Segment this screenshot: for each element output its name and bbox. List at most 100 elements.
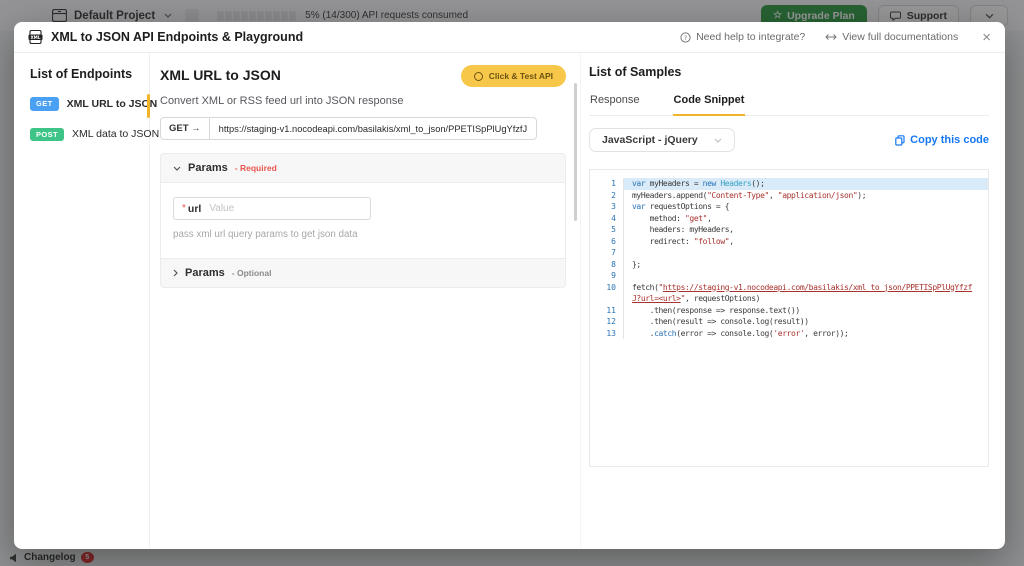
double-arrow-icon bbox=[825, 34, 837, 40]
playground-panel: XML URL to JSON Click & Test API Convert… bbox=[150, 53, 580, 548]
line-number: 9 bbox=[590, 270, 624, 282]
params-optional-toggle[interactable]: Params - Optional bbox=[161, 258, 565, 287]
svg-text:?: ? bbox=[684, 33, 687, 41]
modal-body: List of Endpoints GET XML URL to JSON POST… bbox=[14, 53, 1005, 548]
samples-panel: List of Samples Response Code Snippet Jav… bbox=[580, 53, 1005, 548]
endpoint-label: XML URL to JSON bbox=[66, 97, 158, 110]
code-line: 12 .then(result => console.log(result)) bbox=[590, 316, 988, 328]
method-badge: POST bbox=[30, 127, 65, 141]
svg-text:XML: XML bbox=[30, 35, 40, 40]
help-link-label: Need help to integrate? bbox=[696, 31, 806, 43]
copy-code-button[interactable]: Copy this code bbox=[895, 134, 989, 146]
modal-title: XML to JSON API Endpoints & Playground bbox=[51, 30, 304, 44]
code-text: myHeaders.append("Content-Type", "applic… bbox=[632, 190, 867, 200]
endpoints-sidebar: List of Endpoints GET XML URL to JSON POST… bbox=[14, 53, 159, 548]
line-number: 2 bbox=[590, 189, 624, 201]
screen: Default Project 5% (14/300) API requests… bbox=[0, 0, 1024, 566]
endpoint-description: Convert XML or RSS feed url into JSON re… bbox=[160, 95, 404, 107]
samples-heading: List of Samples bbox=[589, 65, 682, 79]
endpoint-url-bar[interactable]: GET → https://staging-v1.nocodeapi.com/b… bbox=[160, 117, 538, 140]
code-line: 8}; bbox=[590, 258, 988, 270]
tab-response[interactable]: Response bbox=[589, 92, 641, 115]
param-helper-text: pass xml url query params to get json da… bbox=[173, 229, 358, 240]
params-required-badge: - Required bbox=[234, 163, 277, 173]
params-required-body: * url pass xml url query params to get j… bbox=[161, 182, 565, 258]
code-text: fetch("https://staging-v1.nocodeapi.com/… bbox=[632, 282, 973, 304]
code-line: 3 var requestOptions = { bbox=[590, 201, 988, 213]
line-number: 10 bbox=[590, 281, 624, 305]
code-snippet[interactable]: 1 var myHeaders = new Headers(); 2 myHeader… bbox=[589, 169, 989, 467]
tab-code-snippet[interactable]: Code Snippet bbox=[672, 92, 746, 116]
code-line: 7 bbox=[590, 247, 988, 259]
code-text: }; bbox=[632, 259, 641, 269]
line-number: 3 bbox=[590, 201, 624, 213]
language-select[interactable]: JavaScript - jQuery bbox=[589, 128, 735, 152]
line-number: 8 bbox=[590, 258, 624, 270]
code-text: headers: myHeaders, bbox=[632, 225, 734, 234]
code-line: 11 .then(response => response.text()) bbox=[590, 304, 988, 316]
code-text: redirect: "follow", bbox=[632, 236, 734, 246]
line-number: 5 bbox=[590, 224, 624, 236]
code-line: 1 var myHeaders = new Headers(); bbox=[590, 178, 988, 190]
help-circle-icon: ? bbox=[680, 31, 691, 43]
line-number: 11 bbox=[590, 304, 624, 316]
power-icon bbox=[473, 71, 483, 81]
code-text: method: "get", bbox=[632, 213, 712, 223]
modal-header: XML XML to JSON API Endpoints & Playgrou… bbox=[14, 22, 1005, 53]
modal-header-links: ? Need help to integrate? View full docu… bbox=[680, 30, 991, 45]
test-api-button[interactable]: Click & Test API bbox=[460, 65, 566, 87]
endpoint-item-xml-url-to-json[interactable]: GET XML URL to JSON bbox=[30, 94, 157, 118]
param-name-label: url bbox=[187, 202, 202, 215]
code-line: 2 myHeaders.append("Content-Type", "appli… bbox=[590, 189, 988, 201]
chevron-down-icon bbox=[714, 138, 722, 143]
url-param-input[interactable] bbox=[207, 202, 370, 215]
url-param-field[interactable]: * url bbox=[173, 197, 371, 220]
endpoint-label: XML data to JSON bbox=[72, 128, 160, 141]
copy-code-label: Copy this code bbox=[910, 134, 989, 146]
endpoint-title: XML URL to JSON bbox=[160, 67, 281, 83]
code-line: 9 bbox=[590, 270, 988, 282]
docs-link-label: View full documentations bbox=[842, 31, 959, 43]
line-number: 13 bbox=[590, 327, 624, 339]
samples-controls: JavaScript - jQuery Copy this code bbox=[589, 128, 989, 152]
endpoints-heading: List of Endpoints bbox=[30, 67, 133, 81]
endpoint-url: https://staging-v1.nocodeapi.com/basilak… bbox=[218, 123, 528, 134]
code-line: 10 fetch("https://staging-v1.nocodeapi.co… bbox=[590, 281, 988, 305]
code-line: 13 .catch(error => console.log('error', … bbox=[590, 327, 988, 339]
code-line: 6 redirect: "follow", bbox=[590, 235, 988, 247]
code-text: var requestOptions = { bbox=[632, 202, 730, 211]
chevron-down-icon bbox=[173, 166, 181, 171]
close-icon[interactable]: × bbox=[982, 30, 991, 45]
method-label: GET → bbox=[161, 118, 210, 139]
params-title: Params bbox=[188, 162, 228, 174]
playground-modal: XML XML to JSON API Endpoints & Playgrou… bbox=[14, 22, 1005, 549]
code-line: 4 method: "get", bbox=[590, 212, 988, 224]
code-text: .then(response => response.text()) bbox=[632, 305, 801, 315]
code-text: .then(result => console.log(result)) bbox=[632, 317, 809, 326]
params-card: Params - Required * url pass xml url que… bbox=[160, 153, 566, 288]
chevron-right-icon bbox=[173, 269, 178, 277]
code-line: 5 headers: myHeaders, bbox=[590, 224, 988, 236]
code-text: .catch(error => console.log('error', err… bbox=[632, 328, 849, 338]
line-number: 7 bbox=[590, 247, 624, 259]
docs-link[interactable]: View full documentations bbox=[825, 31, 958, 43]
test-api-label: Click & Test API bbox=[488, 71, 553, 81]
method-badge: GET bbox=[30, 97, 59, 111]
endpoint-list: GET XML URL to JSON POST XML data to JSON bbox=[30, 94, 159, 141]
params-title: Params bbox=[185, 267, 225, 279]
line-number: 12 bbox=[590, 316, 624, 328]
samples-tabs: Response Code Snippet bbox=[589, 92, 989, 116]
scrollbar-thumb[interactable] bbox=[574, 83, 577, 221]
endpoint-item-xml-data-to-json[interactable]: POST XML data to JSON bbox=[30, 127, 159, 141]
copy-icon bbox=[895, 134, 905, 146]
language-select-value: JavaScript - jQuery bbox=[602, 134, 698, 146]
params-required-toggle[interactable]: Params - Required bbox=[161, 154, 565, 182]
required-asterisk: * bbox=[182, 203, 186, 214]
line-number: 6 bbox=[590, 235, 624, 247]
code-text: var myHeaders = new Headers(); bbox=[624, 178, 988, 190]
params-optional-badge: - Optional bbox=[231, 268, 272, 278]
help-link[interactable]: ? Need help to integrate? bbox=[680, 31, 805, 43]
line-number: 4 bbox=[590, 212, 624, 224]
